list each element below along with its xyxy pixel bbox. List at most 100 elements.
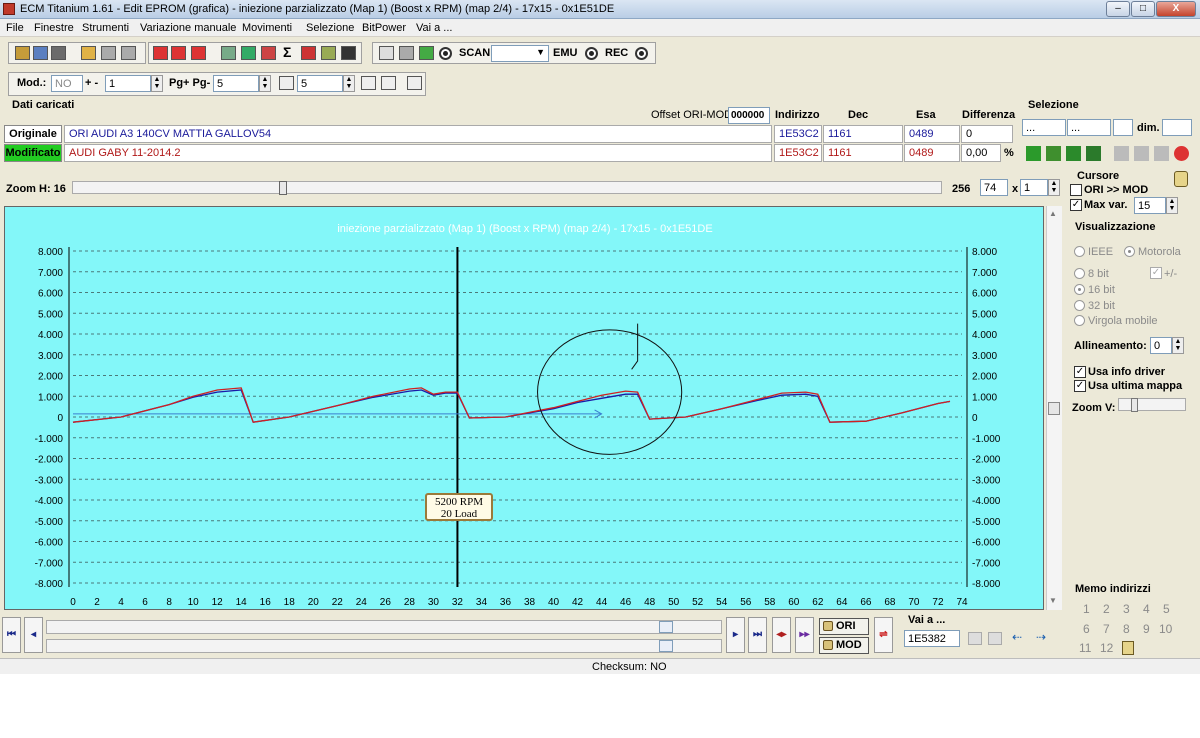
- offset-field[interactable]: 000000: [728, 107, 770, 124]
- zoom-slider[interactable]: [72, 181, 942, 195]
- memo-slot-4[interactable]: 4: [1143, 602, 1150, 616]
- zero-icon[interactable]: [191, 46, 206, 60]
- u-icon[interactable]: [407, 76, 422, 90]
- print-icon[interactable]: [33, 46, 48, 60]
- menu-vai-a[interactable]: Vai a ...: [416, 22, 452, 34]
- motorola-radio[interactable]: [1124, 246, 1135, 257]
- originale-label[interactable]: Originale: [4, 125, 62, 143]
- nav-first-button[interactable]: ⏮: [2, 617, 21, 653]
- scan-select[interactable]: ▼: [491, 45, 549, 62]
- flag-icon[interactable]: [301, 46, 316, 60]
- memo-slot-12[interactable]: 12: [1100, 641, 1113, 655]
- 16bit-radio[interactable]: [1074, 284, 1085, 295]
- max-var-checkbox[interactable]: ✓: [1070, 199, 1082, 211]
- scroll-down-icon[interactable]: ▼: [1049, 596, 1057, 605]
- maximize-button[interactable]: □: [1131, 1, 1155, 17]
- scan-label[interactable]: SCAN: [459, 47, 490, 59]
- ori-mod-checkbox[interactable]: [1070, 184, 1082, 196]
- h-icon[interactable]: [381, 76, 396, 90]
- settings-icon[interactable]: [221, 46, 236, 60]
- nav-mod-marker-button[interactable]: ▸▸: [795, 617, 814, 653]
- zoom-field[interactable]: 74: [980, 179, 1008, 196]
- lock-icon[interactable]: [399, 46, 414, 60]
- menu-bitpower[interactable]: BitPower: [362, 22, 406, 34]
- hscroll-bottom-thumb[interactable]: [659, 640, 673, 652]
- cursor-lock-icon[interactable]: [1174, 171, 1188, 187]
- chart-vscroll-thumb[interactable]: [1048, 402, 1060, 415]
- p-icon[interactable]: [279, 76, 294, 90]
- selezione-field-1[interactable]: ...: [1022, 119, 1066, 136]
- allineamento-spinner[interactable]: ▲ ▼: [1172, 337, 1184, 354]
- max-var-spinner[interactable]: ▲ ▼: [1166, 197, 1178, 214]
- dim-field[interactable]: [1162, 119, 1192, 136]
- plusminus-checkbox[interactable]: ✓: [1150, 267, 1162, 279]
- menu-finestre[interactable]: Finestre: [34, 22, 74, 34]
- minimize-button[interactable]: –: [1106, 1, 1130, 17]
- goto-table-icon[interactable]: [968, 632, 982, 645]
- select-start-icon[interactable]: [1026, 146, 1041, 161]
- ori-button[interactable]: ORI: [819, 618, 869, 635]
- runner-icon[interactable]: [419, 46, 434, 60]
- battery-icon[interactable]: [241, 46, 256, 60]
- zoom-v-thumb[interactable]: [1131, 398, 1138, 412]
- memo-slot-7[interactable]: 7: [1103, 622, 1110, 636]
- nav-prev-button[interactable]: ◂: [24, 617, 43, 653]
- select-end-icon[interactable]: [1086, 146, 1101, 161]
- memo-slot-3[interactable]: 3: [1123, 602, 1130, 616]
- vai-a-field[interactable]: 1E5382: [904, 630, 960, 647]
- step-field[interactable]: 1: [105, 75, 151, 92]
- step-spinner[interactable]: ▲ ▼: [151, 75, 163, 92]
- rec-label[interactable]: REC: [605, 47, 628, 59]
- selezione-field-2[interactable]: ...: [1067, 119, 1111, 136]
- hscroll-top[interactable]: [46, 620, 722, 634]
- memo-slot-9[interactable]: 9: [1143, 622, 1150, 636]
- page-field[interactable]: 5: [213, 75, 259, 92]
- 32bit-radio[interactable]: [1074, 300, 1085, 311]
- close-button[interactable]: X: [1156, 1, 1196, 17]
- modificato-diff[interactable]: 0,00: [961, 144, 1001, 162]
- open-folder-icon[interactable]: [81, 46, 96, 60]
- ieee-radio[interactable]: [1074, 246, 1085, 257]
- memo-slot-6[interactable]: 6: [1083, 622, 1090, 636]
- nav-next-button[interactable]: ▸: [726, 617, 745, 653]
- menu-movimenti[interactable]: Movimenti: [242, 22, 292, 34]
- mod-button[interactable]: MOD: [819, 637, 869, 654]
- chart-area[interactable]: iniezione parzializzato (Map 1) (Boost x…: [4, 206, 1044, 610]
- window-icon[interactable]: [51, 46, 66, 60]
- memo-slot-2[interactable]: 2: [1103, 602, 1110, 616]
- nav-ori-marker-button[interactable]: ◂▸: [772, 617, 791, 653]
- 8bit-radio[interactable]: [1074, 268, 1085, 279]
- usa-info-checkbox[interactable]: ✓: [1074, 366, 1086, 378]
- zoom-slider-thumb[interactable]: [279, 181, 287, 195]
- zoom-v-slider[interactable]: [1118, 398, 1186, 412]
- flag-swap-button[interactable]: ⇌: [874, 617, 893, 653]
- memo-slot-11[interactable]: 11: [1079, 641, 1091, 655]
- nav-last-button[interactable]: ⏭: [748, 617, 767, 653]
- usa-ultima-checkbox[interactable]: ✓: [1074, 380, 1086, 392]
- select-range-icon[interactable]: [1046, 146, 1061, 161]
- p-field[interactable]: 5: [297, 75, 343, 92]
- goto-table2-icon[interactable]: [988, 632, 1002, 645]
- save-as-icon[interactable]: [121, 46, 136, 60]
- hscroll-bottom[interactable]: [46, 639, 722, 653]
- mod-field[interactable]: NO: [51, 75, 83, 92]
- menu-strumenti[interactable]: Strumenti: [82, 22, 129, 34]
- check-icon[interactable]: [153, 46, 168, 60]
- emu-dot-icon[interactable]: [585, 47, 598, 60]
- memo-slot-10[interactable]: 10: [1159, 622, 1172, 636]
- memo-slot-5[interactable]: 5: [1163, 602, 1170, 616]
- sigma-icon[interactable]: Σ: [283, 44, 291, 60]
- memo-slot-8[interactable]: 8: [1123, 622, 1130, 636]
- m-icon[interactable]: [361, 76, 376, 90]
- hscroll-top-thumb[interactable]: [659, 621, 673, 633]
- zoom-x-spinner[interactable]: ▲ ▼: [1048, 179, 1060, 196]
- refresh-icon[interactable]: [1174, 146, 1189, 161]
- chip-icon[interactable]: [379, 46, 394, 60]
- zoom-x-field[interactable]: 1: [1020, 179, 1048, 196]
- marker-right-icon[interactable]: ⇢: [1036, 630, 1052, 645]
- record-dot-icon[interactable]: [439, 47, 452, 60]
- selezione-field-3[interactable]: [1113, 119, 1133, 136]
- paste-icon[interactable]: [1134, 146, 1149, 161]
- allineamento-field[interactable]: 0: [1150, 337, 1172, 354]
- scroll-up-icon[interactable]: ▲: [1049, 209, 1057, 218]
